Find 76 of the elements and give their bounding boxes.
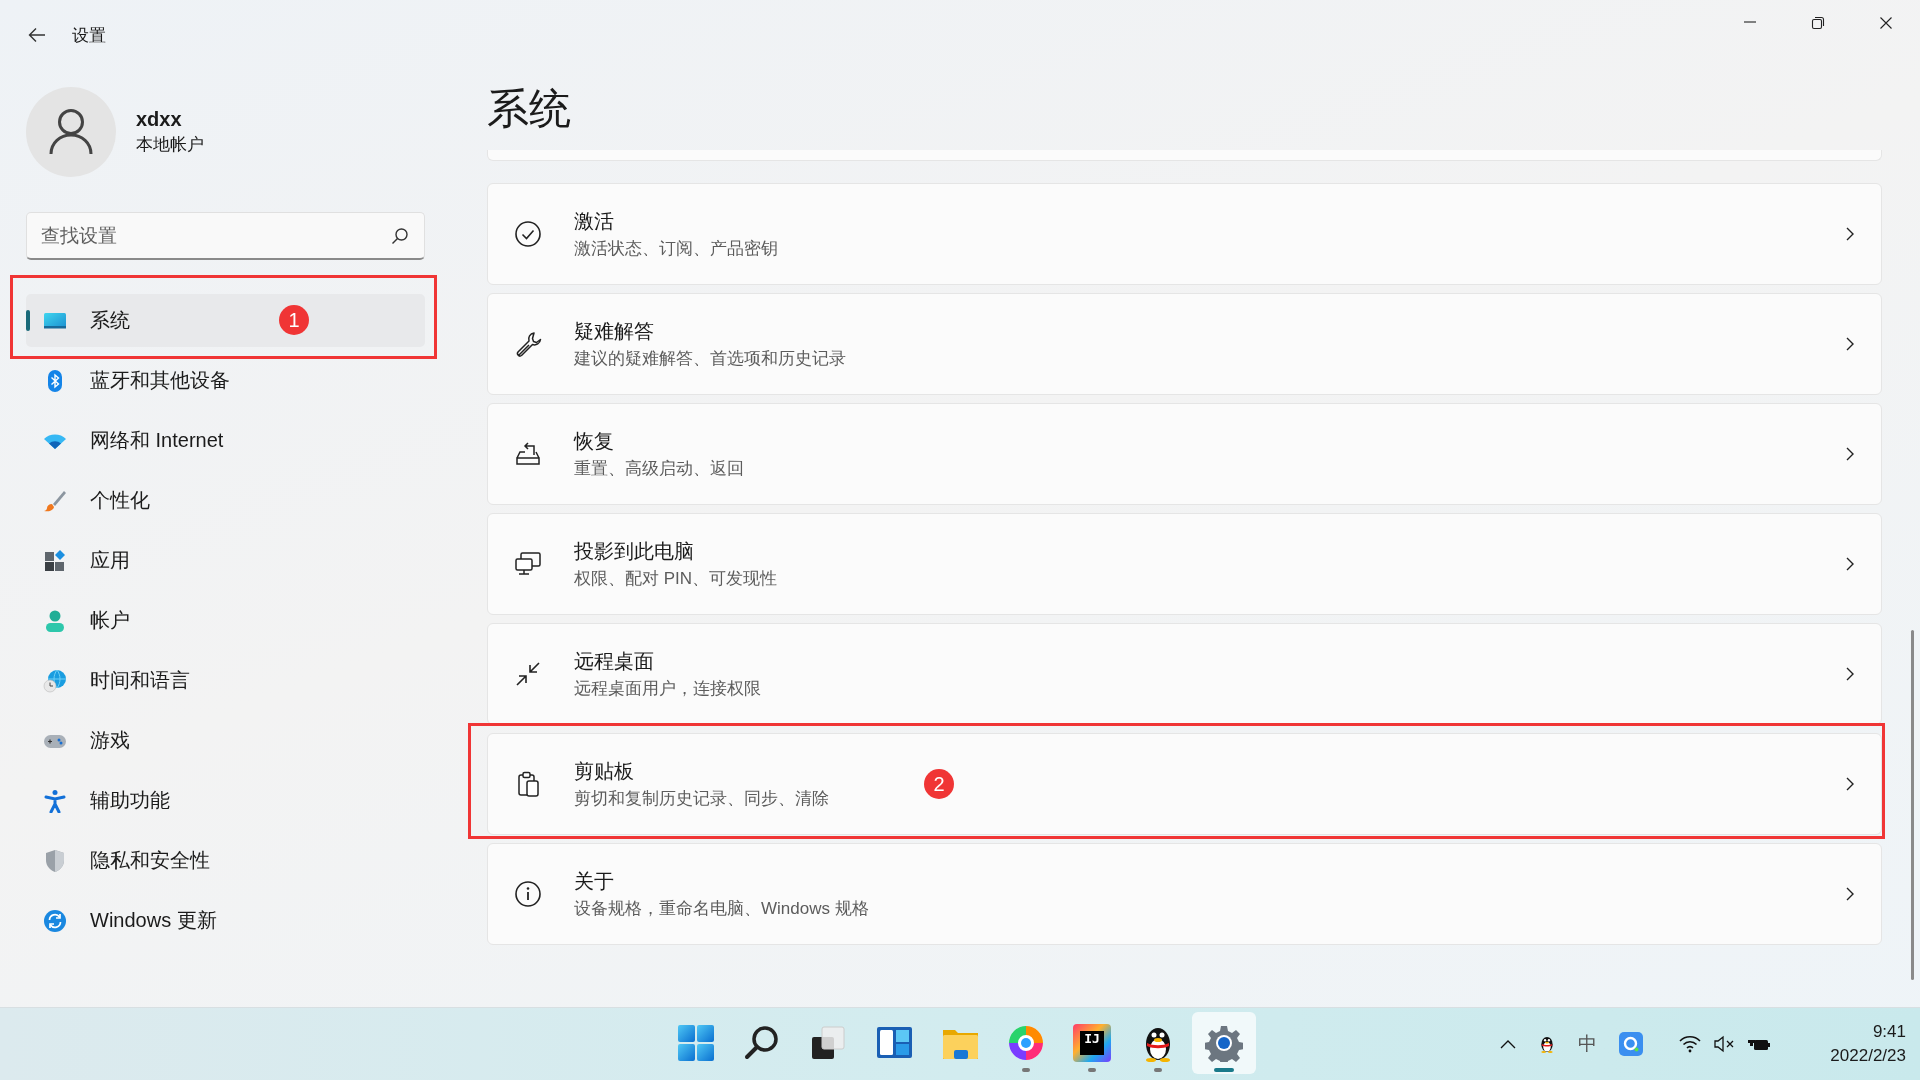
settings-card[interactable]: 远程桌面 远程桌面用户，连接权限 [487, 623, 1882, 725]
search-icon [743, 1024, 781, 1062]
sidebar-item[interactable]: 网络和 Internet [26, 414, 425, 467]
sidebar-item[interactable]: Windows 更新 [26, 894, 425, 947]
card-title: 剪贴板 [574, 759, 634, 784]
sidebar-item[interactable]: 个性化 [26, 474, 425, 527]
card-title: 投影到此电脑 [574, 539, 694, 564]
back-arrow-icon[interactable] [28, 27, 46, 43]
accessibility-icon [43, 788, 67, 813]
input-method-indicator[interactable]: 中 [1578, 1031, 1597, 1057]
close-icon[interactable] [1879, 16, 1893, 30]
account-name: xdxx [136, 108, 183, 131]
sidebar-item[interactable]: 时间和语言 [26, 654, 425, 707]
window-title: 设置 [72, 24, 106, 47]
task-view-icon [809, 1024, 847, 1062]
card-title: 关于 [574, 869, 614, 894]
settings-card[interactable]: 投影到此电脑 权限、配对 PIN、可发现性 [487, 513, 1882, 615]
color-wheel-icon [1007, 1024, 1045, 1062]
settings-card[interactable]: 恢复 重置、高级启动、返回 [487, 403, 1882, 505]
settings-card[interactable]: 关于 设备规格，重命名电脑、Windows 规格 [487, 843, 1882, 945]
settings-card[interactable]: 疑难解答 建议的疑难解答、首选项和历史记录 [487, 293, 1882, 395]
sidebar-item[interactable]: 辅助功能 [26, 774, 425, 827]
card-description: 设备规格，重命名电脑、Windows 规格 [574, 898, 869, 920]
card-description: 建议的疑难解答、首选项和历史记录 [574, 348, 846, 370]
wifi-icon[interactable] [1679, 1035, 1701, 1053]
ide-logo: IJ [1073, 1024, 1111, 1062]
card-description: 权限、配对 PIN、可发现性 [574, 568, 778, 590]
scrollbar[interactable] [1911, 630, 1914, 980]
monitor-icon [514, 550, 542, 578]
chevron-right-icon [1845, 776, 1855, 792]
muted-speaker-icon[interactable] [1713, 1035, 1735, 1053]
shield-icon [43, 848, 67, 873]
card-description: 激活状态、订阅、产品密钥 [574, 238, 778, 260]
gear-icon [1205, 1024, 1243, 1062]
card-title: 恢复 [574, 429, 614, 454]
person-icon [43, 608, 67, 633]
maximize-icon[interactable] [1811, 16, 1825, 30]
search-field[interactable]: 查找设置 [26, 212, 425, 260]
sidebar-item[interactable]: 帐户 [26, 594, 425, 647]
check-circle-icon [514, 220, 542, 248]
brush-icon [43, 488, 67, 513]
info-icon [514, 880, 542, 908]
card-description: 剪切和复制历史记录、同步、清除 [574, 788, 829, 810]
clock-time[interactable]: 9:41 [1872, 1022, 1906, 1042]
chevron-right-icon [1845, 446, 1855, 462]
clock-date[interactable]: 2022/2/23 [1830, 1046, 1906, 1066]
chevron-right-icon [1845, 886, 1855, 902]
taskbar-app[interactable]: IJ [1060, 1012, 1124, 1074]
apps-icon [43, 548, 67, 573]
wrench-icon [514, 330, 542, 358]
card-title: 疑难解答 [574, 319, 654, 344]
chevron-right-icon [1845, 226, 1855, 242]
search-icon[interactable] [391, 227, 409, 245]
card-title: 激活 [574, 209, 614, 234]
selection-indicator [26, 310, 30, 331]
windows-logo-icon [677, 1024, 715, 1062]
sidebar-item[interactable]: 游戏 [26, 714, 425, 767]
search-app-icon[interactable] [1619, 1032, 1643, 1056]
chevron-right-icon [1845, 666, 1855, 682]
chevron-right-icon [1845, 336, 1855, 352]
globe-clock-icon [43, 668, 67, 693]
card-description: 远程桌面用户，连接权限 [574, 678, 761, 700]
card-title: 远程桌面 [574, 649, 654, 674]
settings-card[interactable]: 激活 激活状态、订阅、产品密钥 [487, 183, 1882, 285]
drive-arrow-icon [514, 440, 542, 468]
sidebar-item[interactable]: 隐私和安全性 [26, 834, 425, 887]
chevron-up-icon[interactable] [1500, 1039, 1516, 1049]
refresh-icon [43, 908, 67, 933]
sidebar-item[interactable]: 蓝牙和其他设备 [26, 354, 425, 407]
card-description: 重置、高级启动、返回 [574, 458, 744, 480]
chevron-right-icon [1845, 556, 1855, 572]
person-icon [49, 108, 93, 156]
account-type: 本地帐户 [136, 134, 204, 156]
arrows-icon [514, 660, 542, 688]
page-title: 系统 [487, 84, 572, 134]
sidebar-item[interactable]: 应用 [26, 534, 425, 587]
